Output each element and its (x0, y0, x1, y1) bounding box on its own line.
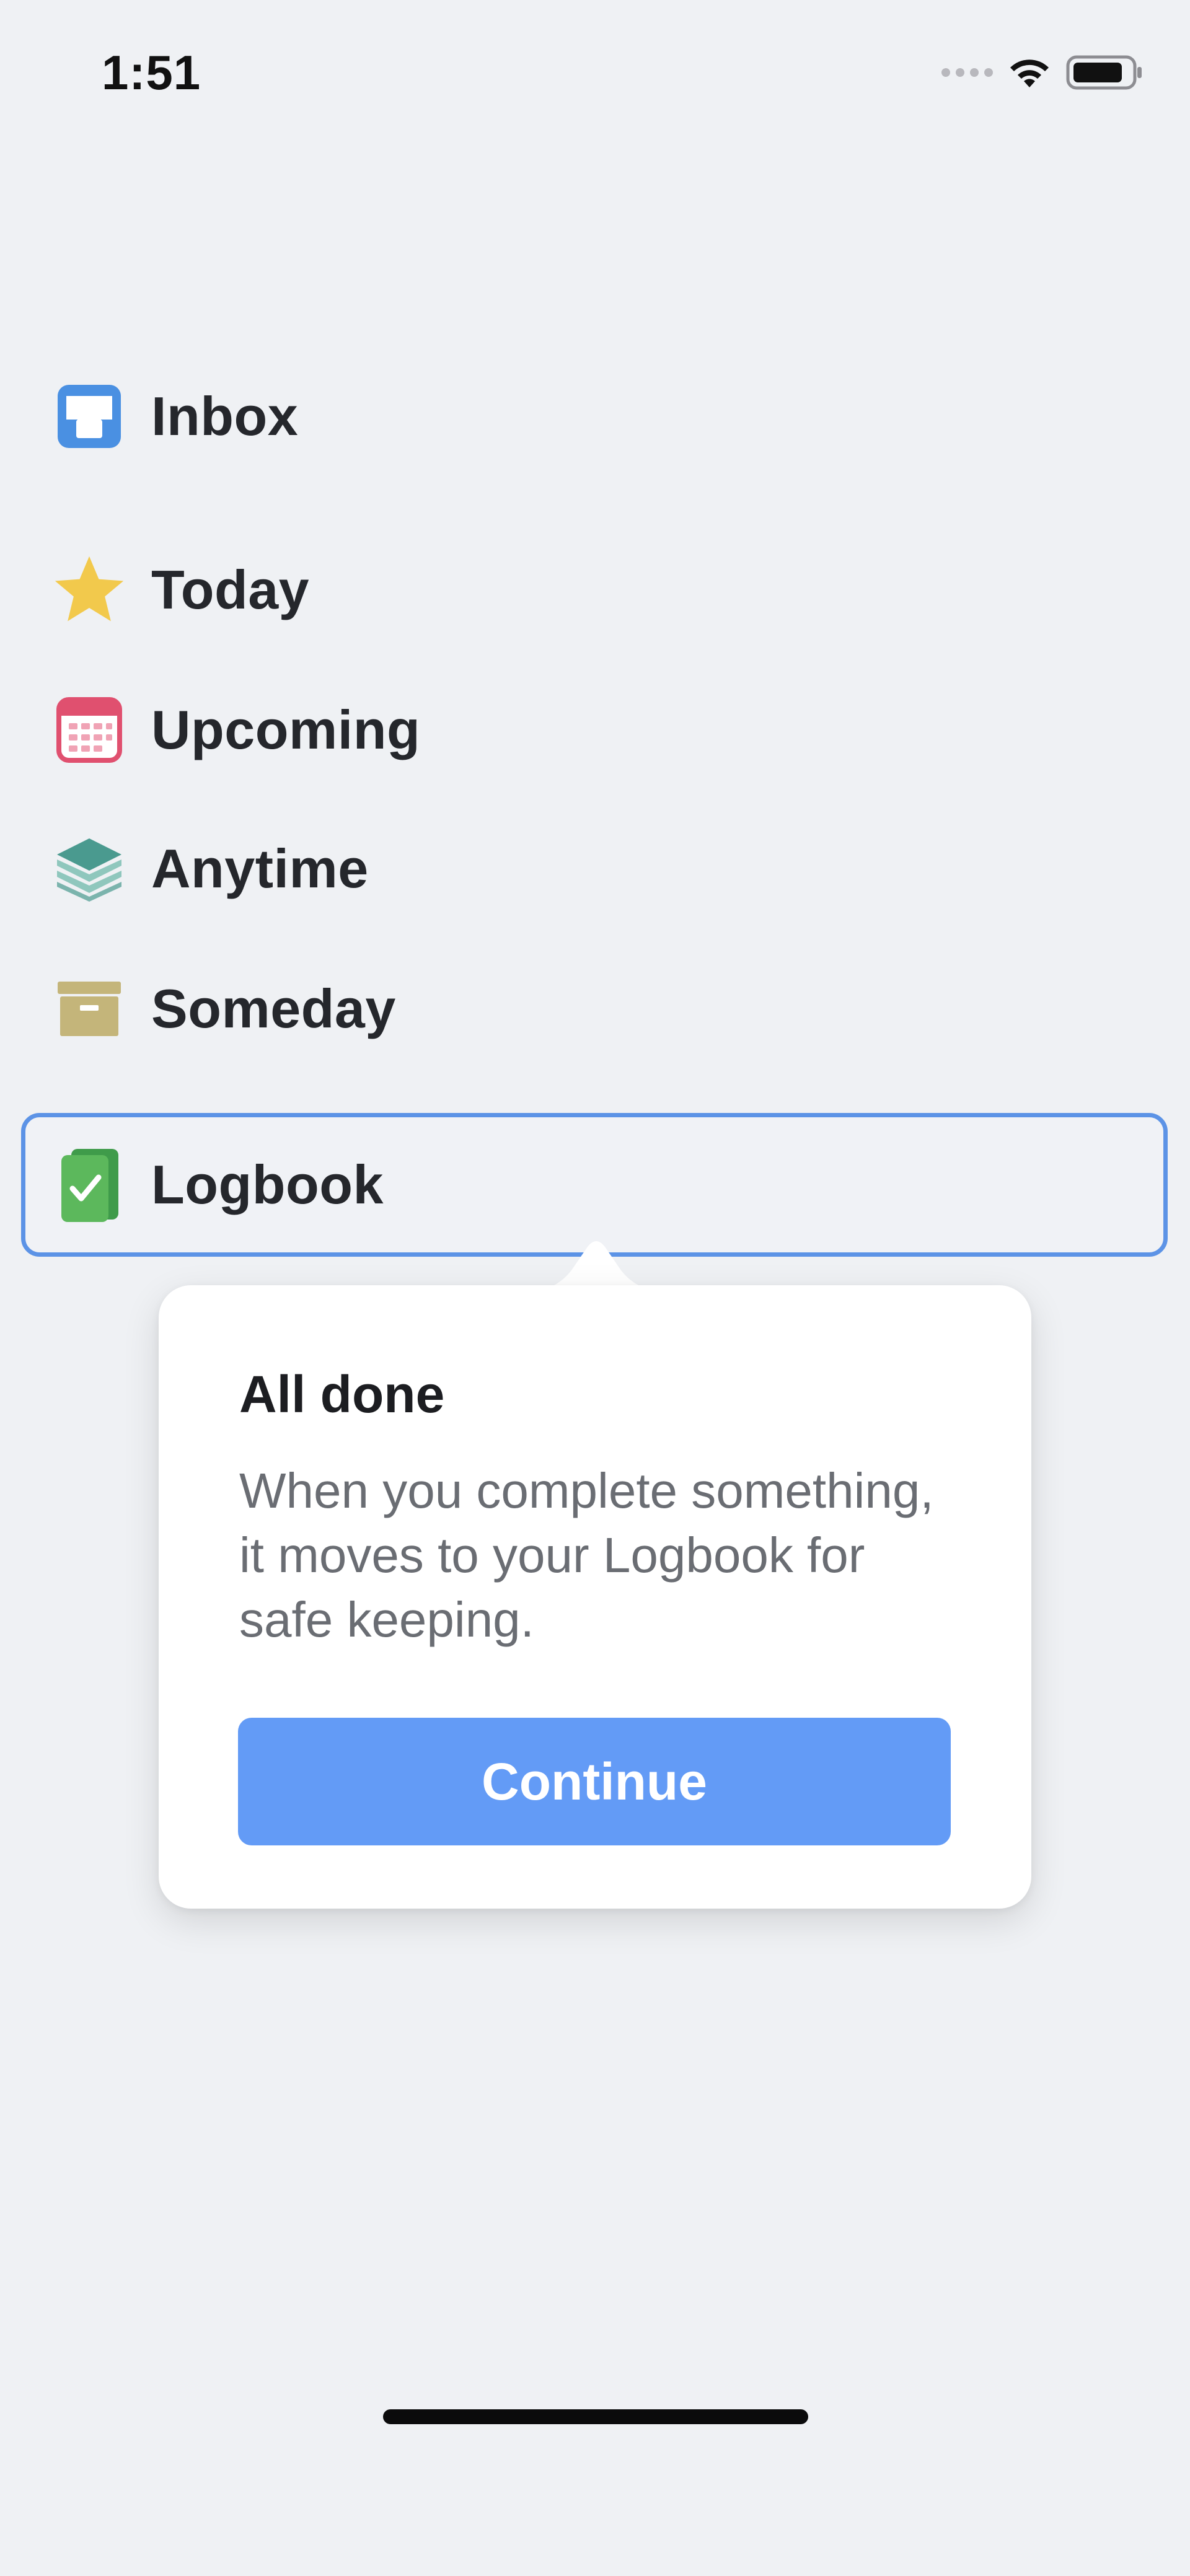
popover-arrow (522, 1241, 671, 1293)
cellular-signal-icon (941, 68, 993, 77)
onboarding-popover: All done When you complete something, it… (159, 1285, 1031, 1909)
popover-title: All done (239, 1365, 445, 1423)
star-icon (52, 553, 126, 627)
inbox-icon (52, 379, 126, 454)
calendar-icon (52, 693, 126, 767)
nav-item-inbox[interactable]: Inbox (21, 348, 1168, 485)
layers-icon (52, 832, 126, 906)
battery-icon (1066, 55, 1142, 90)
archive-box-icon (52, 972, 126, 1046)
nav-item-anytime[interactable]: Anytime (21, 801, 1168, 937)
nav-item-today[interactable]: Today (21, 522, 1168, 658)
status-icons (941, 53, 1144, 92)
nav-item-label: Today (151, 559, 310, 620)
nav-item-label: Someday (151, 978, 396, 1039)
popover-message: When you complete something, it moves to… (239, 1463, 934, 1647)
logbook-icon (52, 1148, 126, 1222)
wifi-icon (1010, 59, 1049, 87)
nav-item-upcoming[interactable]: Upcoming (21, 662, 1168, 798)
status-time: 1:51 (102, 45, 201, 100)
continue-button[interactable]: Continue (238, 1718, 951, 1845)
nav-item-label: Upcoming (151, 699, 421, 760)
nav-item-label: Logbook (151, 1154, 384, 1215)
nav-item-someday[interactable]: Someday (21, 941, 1168, 1077)
nav-item-label: Inbox (151, 385, 299, 447)
nav-item-label: Anytime (151, 838, 369, 899)
home-indicator[interactable] (383, 2409, 808, 2424)
